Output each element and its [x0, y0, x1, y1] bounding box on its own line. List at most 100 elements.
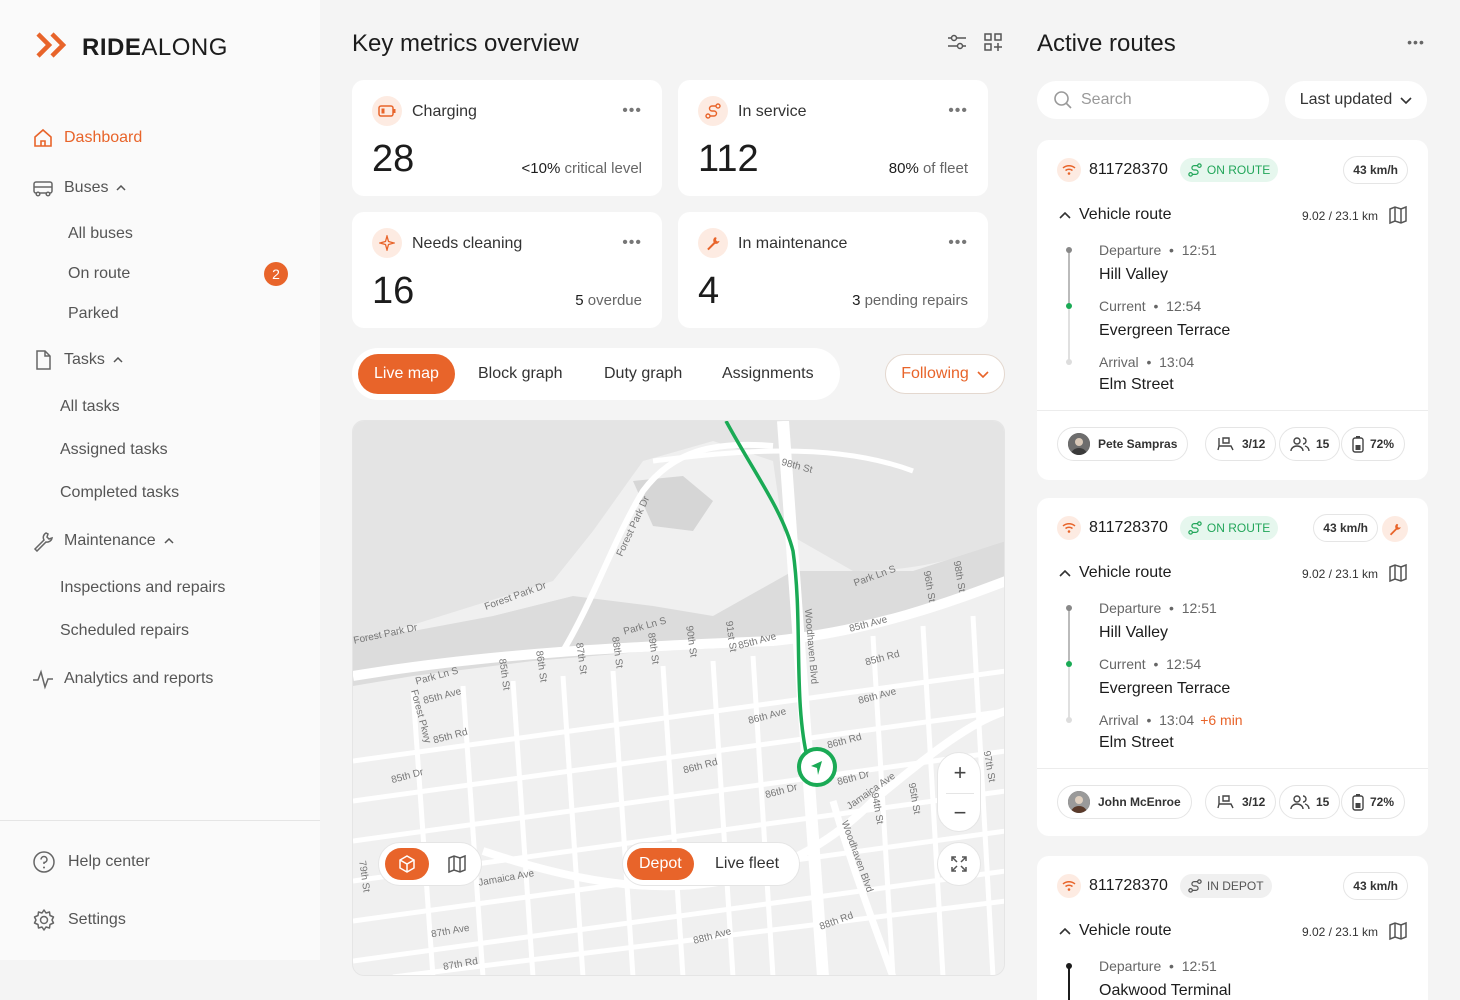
search-box [1037, 81, 1269, 119]
chevron-up-icon [113, 357, 123, 363]
driver-pill[interactable]: Pete Sampras [1057, 427, 1189, 461]
status-badge: ON ROUTE [1179, 158, 1279, 182]
vehicle-id: 811728370 [1089, 161, 1168, 178]
tab-live-map[interactable]: Live map [358, 354, 455, 394]
nav-buses[interactable]: Buses [32, 174, 126, 202]
nav-maintenance[interactable]: Maintenance [32, 527, 174, 555]
wrench-icon[interactable] [1382, 516, 1408, 542]
route-card-header: 811728370 ON ROUTE [1057, 516, 1279, 540]
map-icon[interactable] [1388, 563, 1408, 588]
seats-pill: 3/12 [1205, 785, 1277, 819]
search-input[interactable] [1081, 91, 1251, 109]
route-distance: 9.02 / 23.1 km [1301, 925, 1378, 939]
cube-3d-icon[interactable] [385, 848, 429, 880]
route-icon [698, 96, 728, 126]
tab-block-graph[interactable]: Block graph [462, 354, 579, 394]
more-dots-icon[interactable]: ••• [948, 102, 968, 120]
metric-card-needs-cleaning[interactable]: Needs cleaning ••• 16 5 overdue [352, 212, 662, 328]
mode-depot[interactable]: Depot [627, 848, 694, 880]
map-view-toggle [378, 842, 482, 886]
metric-label: In service [738, 103, 807, 120]
more-dots-icon[interactable]: ••• [948, 234, 968, 252]
stop-name: Hill Valley [1099, 624, 1169, 641]
mode-live-fleet[interactable]: Live fleet [715, 848, 779, 880]
route-line [1068, 250, 1070, 306]
active-routes-title: Active routes [1037, 30, 1176, 57]
map-icon[interactable] [1388, 921, 1408, 946]
avatar [1068, 791, 1090, 813]
route-card[interactable]: 811728370 ON ROUTE 43 km/h Vehicle route… [1037, 140, 1428, 480]
metric-card-in-maintenance[interactable]: In maintenance ••• 4 3 pending repairs [678, 212, 988, 328]
route-distance: 9.02 / 23.1 km [1301, 209, 1378, 223]
sort-dropdown[interactable]: Last updated [1285, 81, 1427, 119]
logo[interactable]: RIDEALONG [36, 32, 228, 63]
zoom-in-icon[interactable]: + [938, 753, 982, 793]
following-dropdown[interactable]: Following [885, 354, 1005, 394]
metric-card-in-service[interactable]: In service ••• 112 80% of fleet [678, 80, 988, 196]
chevron-up-icon [1059, 922, 1071, 940]
home-icon [32, 127, 54, 149]
more-dots-icon[interactable]: ••• [1404, 30, 1428, 54]
stop-name: Elm Street [1099, 376, 1174, 393]
route-line [1068, 966, 1070, 1000]
more-dots-icon[interactable]: ••• [622, 102, 642, 120]
chevron-up-icon [164, 538, 174, 544]
passengers-pill: 15 [1279, 427, 1341, 461]
route-card[interactable]: 811728370 IN DEPOT 43 km/h Vehicle route… [1037, 856, 1428, 1000]
chevron-up-icon [1059, 564, 1071, 582]
fullscreen-icon[interactable] [937, 842, 981, 886]
nav-tasks[interactable]: Tasks [32, 346, 123, 374]
nav-inspections-repairs[interactable]: Inspections and repairs [60, 576, 225, 600]
more-dots-icon[interactable]: ••• [622, 234, 642, 252]
vehicle-route-toggle[interactable]: Vehicle route [1059, 206, 1172, 224]
route-card[interactable]: 811728370 ON ROUTE 43 km/h Vehicle route… [1037, 498, 1428, 836]
nav-dashboard[interactable]: Dashboard [32, 124, 142, 152]
battery-pill: 72% [1341, 427, 1406, 461]
tab-duty-graph[interactable]: Duty graph [588, 354, 698, 394]
nav-analytics[interactable]: Analytics and reports [32, 665, 213, 693]
stop-name: Oakwood Terminal [1099, 982, 1232, 999]
nav-settings[interactable]: Settings [32, 906, 126, 934]
vehicle-route-toggle[interactable]: Vehicle route [1059, 564, 1172, 582]
nav-all-buses[interactable]: All buses [68, 222, 133, 246]
nav-dashboard-label: Dashboard [64, 129, 143, 146]
route-line [1068, 608, 1070, 664]
wrench-icon [32, 530, 54, 552]
speed-badge: 43 km/h [1343, 872, 1408, 900]
nav-buses-label: Buses [64, 179, 109, 196]
vehicle-route-toggle[interactable]: Vehicle route [1059, 922, 1172, 940]
nav-help-center[interactable]: Help center [32, 848, 150, 876]
stop-name: Hill Valley [1099, 266, 1169, 283]
filter-sliders-icon[interactable] [945, 30, 969, 54]
speed-badge: 43 km/h [1343, 156, 1408, 184]
avatar [1068, 433, 1090, 455]
stop-name: Evergreen Terrace [1099, 322, 1231, 339]
stop-label: Current • 12:54 [1099, 656, 1202, 672]
battery-pill: 72% [1341, 785, 1406, 819]
map-icon[interactable] [1388, 205, 1408, 230]
seat-icon [1217, 437, 1234, 451]
grid-add-icon[interactable] [981, 30, 1005, 54]
metric-value: 4 [698, 270, 720, 312]
nav-help-label: Help center [68, 853, 150, 870]
live-map[interactable]: 98th St Forest Park Dr Forest Park Dr Fo… [352, 420, 1005, 976]
map-flat-icon[interactable] [441, 848, 473, 880]
nav-completed-tasks[interactable]: Completed tasks [60, 481, 179, 505]
nav-scheduled-repairs[interactable]: Scheduled repairs [60, 619, 189, 643]
nav-assigned-tasks[interactable]: Assigned tasks [60, 438, 168, 462]
driver-pill[interactable]: John McEnroe [1057, 785, 1192, 819]
seats-pill: 3/12 [1205, 427, 1277, 461]
nav-tasks-label: Tasks [64, 351, 105, 368]
zoom-out-icon[interactable]: − [938, 793, 982, 833]
stop-label: Arrival • 13:04 +6 min [1099, 712, 1243, 728]
nav-parked[interactable]: Parked [68, 302, 119, 326]
stop-label: Arrival • 13:04 [1099, 354, 1195, 370]
stop-dot [1066, 359, 1072, 365]
route-icon [1188, 879, 1202, 893]
chevron-down-icon [1400, 96, 1412, 104]
metric-card-charging[interactable]: Charging ••• 28 <10% critical level [352, 80, 662, 196]
tab-assignments[interactable]: Assignments [706, 354, 830, 394]
nav-on-route[interactable]: On route [68, 262, 130, 286]
route-line [1068, 664, 1070, 720]
nav-all-tasks[interactable]: All tasks [60, 395, 120, 419]
